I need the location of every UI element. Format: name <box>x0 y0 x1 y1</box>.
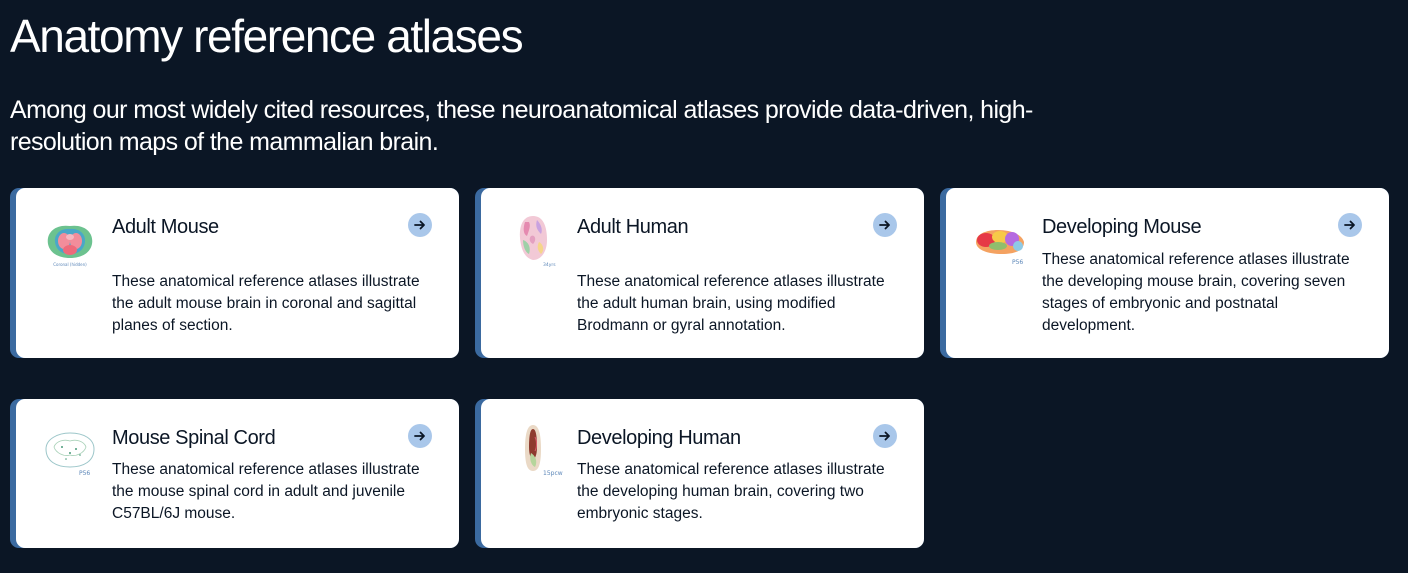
atlas-card-developing-mouse[interactable]: P56 Developing Mouse These anatomical re… <box>940 188 1389 358</box>
svg-text:P56: P56 <box>1012 259 1023 266</box>
svg-text:15pcw: 15pcw <box>543 470 563 477</box>
card-description: These anatomical reference atlases illus… <box>1042 251 1350 334</box>
card-body: P56 Developing Mouse These anatomical re… <box>946 188 1389 358</box>
arrow-right-icon[interactable] <box>408 213 432 237</box>
mouse-brain-coronal-thumbnail: Coronal (hidden) <box>42 212 98 268</box>
page-title: Anatomy reference atlases <box>10 10 524 62</box>
card-title[interactable]: Developing Mouse <box>1042 214 1202 240</box>
card-body: Coronal (hidden) Adult Mouse These anato… <box>16 188 459 358</box>
svg-text:Coronal (hidden): Coronal (hidden) <box>53 262 87 267</box>
card-description: These anatomical reference atlases illus… <box>112 273 420 334</box>
svg-text:34yrs: 34yrs <box>543 262 556 268</box>
card-body: 34yrs Adult Human These anatomical refer… <box>481 188 924 358</box>
card-title[interactable]: Developing Human <box>577 425 741 451</box>
arrow-right-icon[interactable] <box>1338 213 1362 237</box>
mouse-brain-sagittal-thumbnail: P56 <box>972 212 1028 268</box>
atlas-card-developing-human[interactable]: 15pcw Developing Human These anatomical … <box>475 399 924 548</box>
card-title[interactable]: Adult Mouse <box>112 214 219 240</box>
atlas-card-mouse-spinal-cord[interactable]: P56 Mouse Spinal Cord These anatomical r… <box>10 399 459 548</box>
card-description: These anatomical reference atlases illus… <box>577 273 885 334</box>
card-body: 15pcw Developing Human These anatomical … <box>481 399 924 548</box>
svg-text:P56: P56 <box>79 470 90 477</box>
spinal-cord-section-thumbnail: P56 <box>42 423 98 479</box>
card-body: P56 Mouse Spinal Cord These anatomical r… <box>16 399 459 548</box>
arrow-right-icon[interactable] <box>408 424 432 448</box>
atlas-card-adult-mouse[interactable]: Coronal (hidden) Adult Mouse These anato… <box>10 188 459 358</box>
card-title[interactable]: Adult Human <box>577 214 689 240</box>
card-description: These anatomical reference atlases illus… <box>112 461 420 522</box>
arrow-right-icon[interactable] <box>873 424 897 448</box>
page-intro: Among our most widely cited resources, t… <box>10 96 1033 156</box>
fetal-brain-section-thumbnail: 15pcw <box>507 423 563 479</box>
arrow-right-icon[interactable] <box>873 213 897 237</box>
card-description: These anatomical reference atlases illus… <box>577 461 885 522</box>
card-title[interactable]: Mouse Spinal Cord <box>112 425 276 451</box>
atlas-card-adult-human[interactable]: 34yrs Adult Human These anatomical refer… <box>475 188 924 358</box>
human-brain-section-thumbnail: 34yrs <box>507 212 563 268</box>
